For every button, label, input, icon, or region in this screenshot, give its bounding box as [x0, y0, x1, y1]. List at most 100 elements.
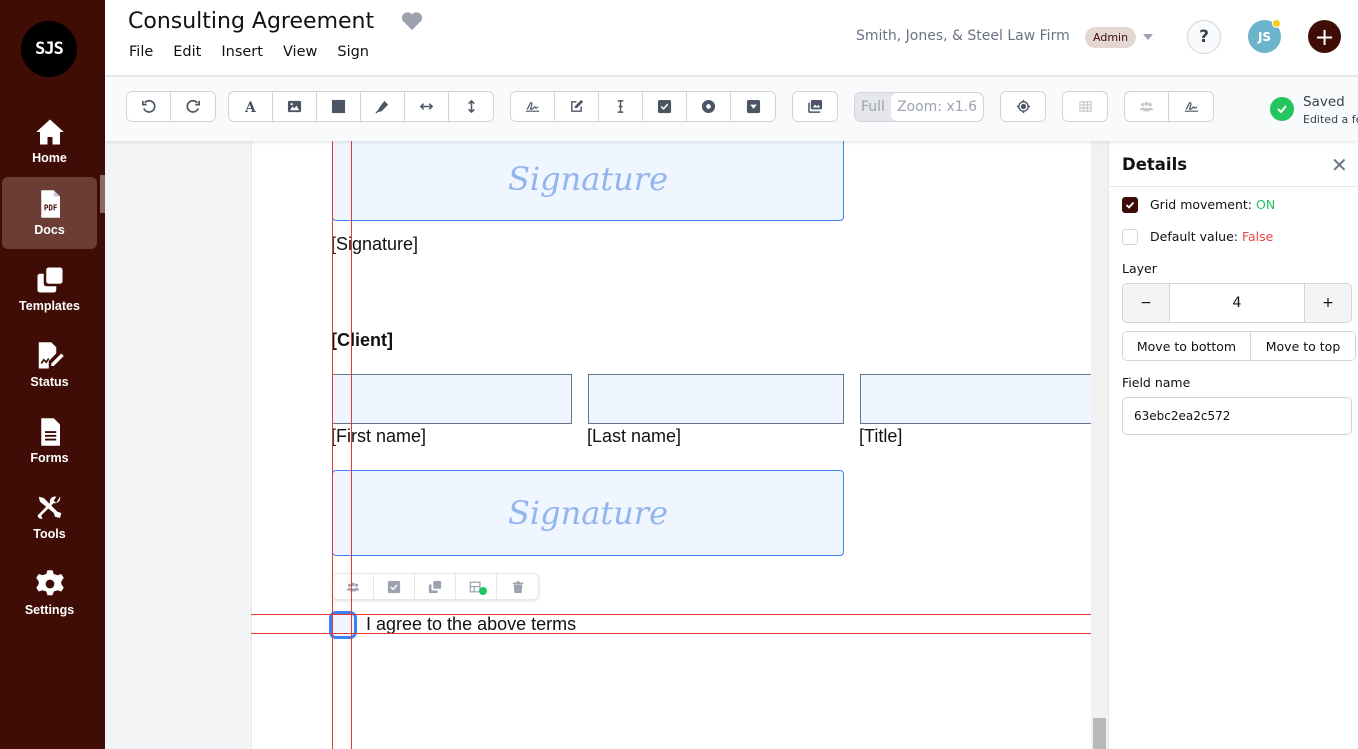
layer-increment-button[interactable]: + — [1305, 284, 1351, 322]
close-icon[interactable]: ✕ — [1331, 153, 1348, 177]
signature-label: [Signature] — [331, 234, 419, 254]
chevron-down-icon[interactable] — [1143, 34, 1153, 40]
redo-icon — [185, 99, 200, 113]
agree-checkbox-field[interactable] — [329, 611, 357, 639]
logo[interactable]: SJS — [21, 21, 77, 77]
sidebar-item-tools[interactable]: Tools — [2, 481, 97, 553]
grid-movement-checkbox[interactable] — [1122, 197, 1138, 213]
sidebar-item-status[interactable]: Status — [2, 329, 97, 401]
canvas-scrollbar[interactable] — [1091, 141, 1108, 749]
default-value-text: Default value: — [1150, 229, 1242, 244]
image-icon — [287, 100, 302, 113]
role-badge: Admin — [1085, 27, 1137, 48]
menu-edit[interactable]: Edit — [173, 44, 201, 60]
zoom-control: Full Zoom: x1.6 — [854, 92, 985, 122]
recipients-group — [1124, 91, 1214, 122]
tools-icon — [37, 496, 61, 520]
redo-button[interactable] — [171, 92, 215, 121]
menu-view[interactable]: View — [283, 44, 317, 60]
shape-tool-button[interactable] — [317, 92, 361, 121]
sidebar-item-forms[interactable]: Forms — [2, 405, 97, 477]
draw-tool-button[interactable] — [361, 92, 405, 121]
move-to-top-button[interactable]: Move to top — [1251, 332, 1355, 360]
default-value-checkbox[interactable] — [1122, 229, 1138, 245]
menu-file[interactable]: File — [129, 44, 153, 60]
layer-stepper: − 4 + — [1122, 283, 1352, 323]
sidebar-item-docs[interactable]: PDF Docs — [2, 177, 97, 249]
grid-movement-label: Grid movement: ON — [1150, 197, 1275, 212]
delete-button[interactable] — [497, 574, 538, 599]
required-toggle-button[interactable] — [374, 574, 415, 599]
signature-field-button[interactable] — [511, 92, 555, 121]
add-button[interactable]: + — [1308, 20, 1341, 53]
organization-name[interactable]: Smith, Jones, & Steel Law Firm — [856, 28, 1070, 44]
pen-icon — [375, 100, 389, 114]
layer-move-group: Move to bottom Move to top — [1122, 331, 1356, 361]
horizontal-line-button[interactable] — [405, 92, 449, 121]
gear-icon — [35, 570, 64, 596]
square-icon — [331, 99, 346, 114]
alignment-guide-horizontal — [251, 614, 1091, 615]
sidebar-item-templates[interactable]: Templates — [2, 253, 97, 325]
signature-icon — [525, 102, 540, 112]
scrollbar-thumb[interactable] — [1093, 718, 1106, 749]
first-name-field[interactable] — [332, 374, 572, 424]
image-gallery-button[interactable] — [793, 92, 837, 121]
locate-button[interactable] — [1001, 92, 1045, 121]
sidebar-item-label: Templates — [19, 299, 80, 313]
layer-decrement-button[interactable]: − — [1123, 284, 1169, 322]
title-field[interactable] — [860, 374, 1100, 424]
move-to-bottom-button[interactable]: Move to bottom — [1123, 332, 1251, 360]
saved-check-icon — [1270, 97, 1294, 121]
checkbox-icon — [387, 580, 401, 593]
document-title[interactable]: Consulting Agreement — [128, 9, 374, 34]
zoom-full-button[interactable]: Full — [855, 93, 891, 121]
arrows-horizontal-icon — [419, 103, 434, 110]
favorite-heart-icon[interactable] — [401, 11, 423, 31]
zoom-level-button[interactable]: Zoom: x1.6 — [890, 93, 984, 121]
recipients-button[interactable] — [1125, 92, 1169, 121]
sign-button[interactable] — [1169, 92, 1213, 121]
field-toolbar — [332, 573, 539, 600]
assign-recipient-button[interactable] — [333, 574, 374, 599]
menu-sign[interactable]: Sign — [337, 44, 369, 60]
text-field-button[interactable] — [555, 92, 599, 121]
last-name-field[interactable] — [588, 374, 844, 424]
checkbox-field-button[interactable] — [643, 92, 687, 121]
image-tool-button[interactable] — [273, 92, 317, 121]
client-signature-field[interactable]: Signature — [332, 470, 844, 556]
signature-placeholder: Signature — [507, 159, 669, 198]
header: Consulting Agreement File Edit Insert Vi… — [105, 0, 1358, 77]
pdf-file-icon: PDF — [40, 190, 60, 218]
dropdown-field-button[interactable] — [731, 92, 775, 121]
field-layout-button[interactable] — [456, 574, 497, 599]
grid-button[interactable] — [1063, 92, 1107, 121]
notification-dot — [1272, 19, 1281, 28]
grid-group — [1062, 91, 1108, 122]
undo-button[interactable] — [127, 92, 171, 121]
agree-text: I agree to the above terms — [366, 614, 577, 634]
sidebar-item-settings[interactable]: Settings — [2, 557, 97, 629]
dropdown-icon — [746, 99, 760, 114]
text-icon: A — [244, 100, 257, 114]
text-cursor-button[interactable] — [599, 92, 643, 121]
duplicate-button[interactable] — [415, 574, 456, 599]
locate-group — [1000, 91, 1046, 122]
text-tool-button[interactable]: A — [229, 92, 273, 121]
help-button[interactable]: ? — [1187, 20, 1221, 54]
menu-insert[interactable]: Insert — [221, 44, 263, 60]
layer-value[interactable]: 4 — [1169, 284, 1305, 322]
signature-field[interactable]: Signature — [332, 141, 844, 221]
alignment-guide-vertical — [351, 141, 352, 749]
radio-field-button[interactable] — [687, 92, 731, 121]
grid-movement-value: ON — [1256, 197, 1276, 212]
sidebar-item-label: Settings — [24, 603, 75, 617]
vertical-line-button[interactable] — [449, 92, 493, 121]
crosshairs-icon — [1016, 99, 1030, 114]
sidebar-item-label: Forms — [30, 451, 69, 465]
radio-icon — [701, 99, 716, 114]
fields-group — [510, 91, 776, 122]
arrows-vertical-icon — [467, 99, 475, 114]
sidebar-item-home[interactable]: Home — [2, 105, 97, 177]
field-name-input[interactable] — [1122, 397, 1352, 435]
